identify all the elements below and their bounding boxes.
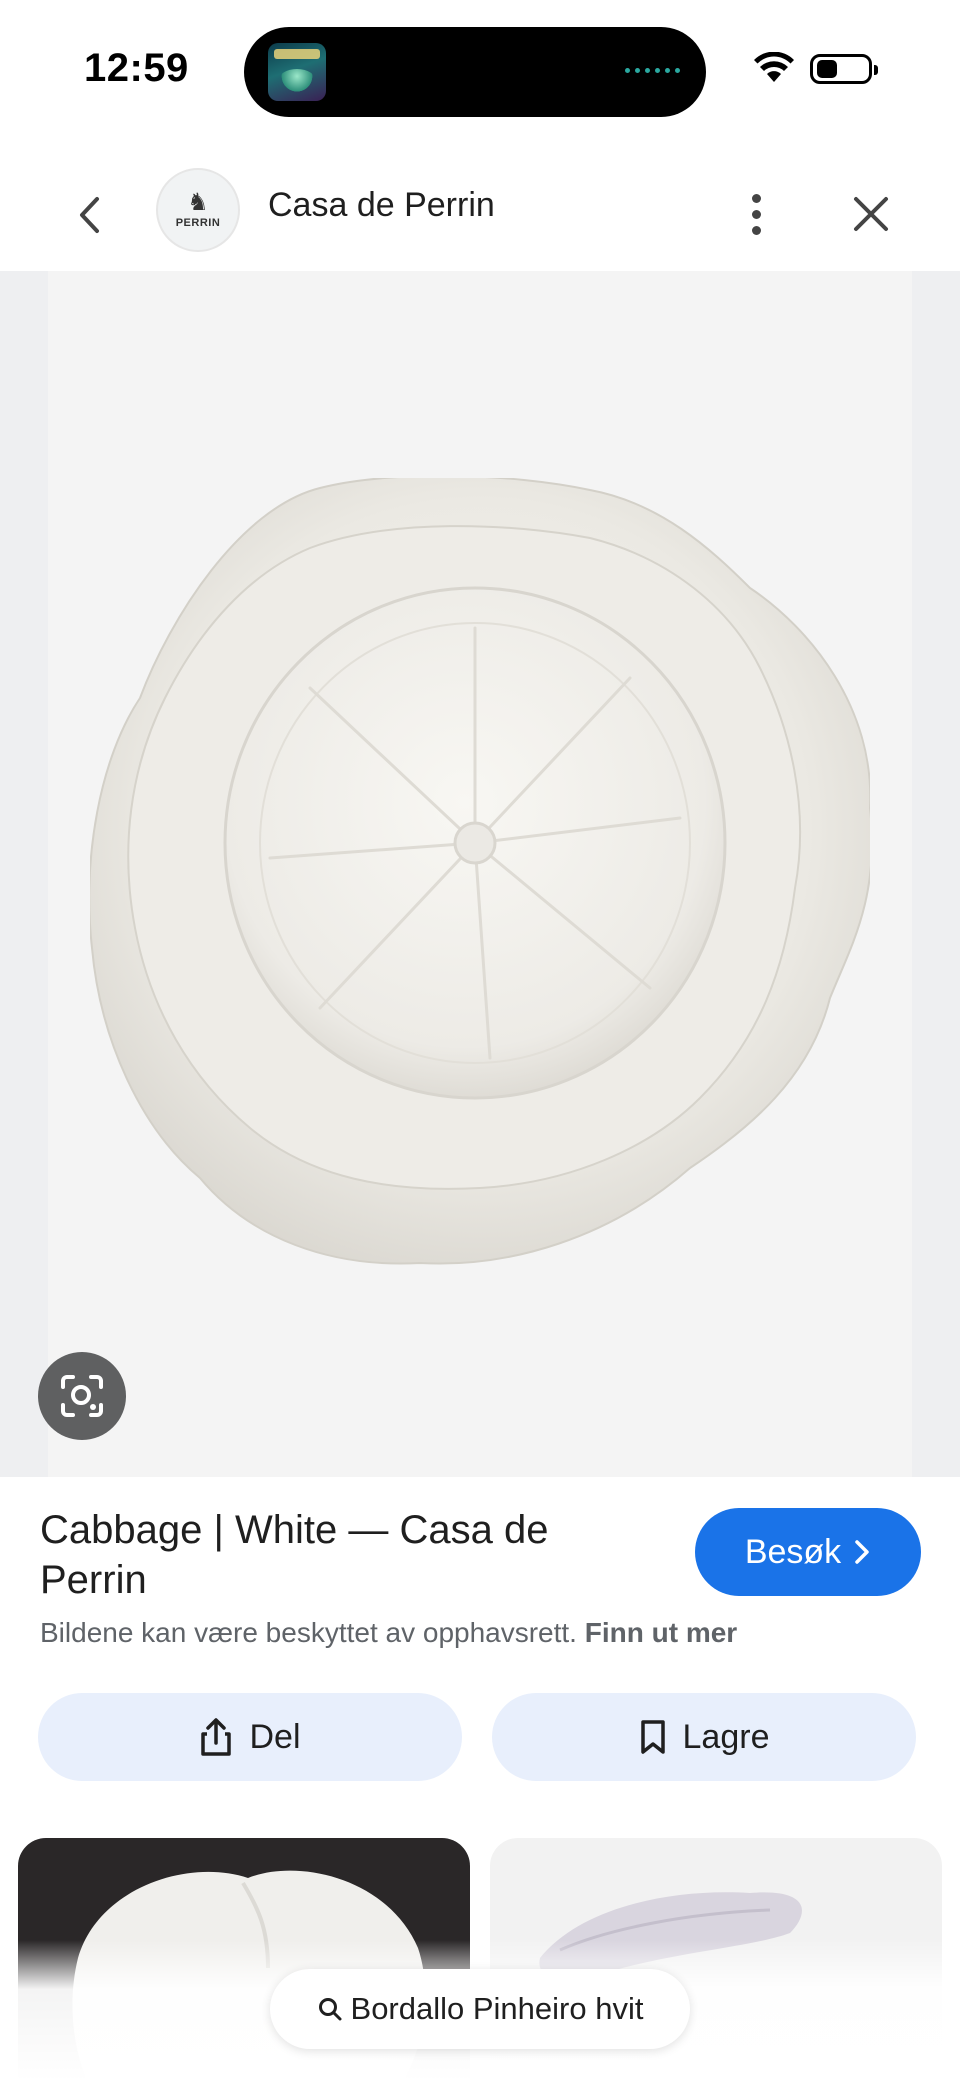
status-time: 12:59 [84, 46, 189, 90]
search-icon [318, 1998, 342, 2021]
chevron-right-icon [855, 1540, 869, 1564]
result-title[interactable]: Cabbage | White — Casa de Perrin [40, 1505, 640, 1605]
copyright-notice: Bildene kan være beskyttet av opphavsret… [40, 1617, 737, 1649]
visit-label: Besøk [744, 1532, 842, 1571]
site-logo[interactable]: ♞ PERRIN [156, 168, 240, 252]
save-button[interactable]: Lagre [492, 1693, 916, 1781]
audio-waveform-icon [625, 68, 680, 73]
wifi-icon [754, 52, 794, 82]
more-vert-icon [751, 193, 761, 203]
logo-text: PERRIN [175, 217, 221, 229]
copyright-text: Bildene kan være beskyttet av opphavsret… [40, 1617, 577, 1648]
search-query-chip[interactable]: Bordallo Pinheiro hvit [270, 1969, 690, 2049]
back-button[interactable] [64, 190, 114, 240]
visit-button[interactable]: Besøk [695, 1508, 921, 1596]
share-label: Del [249, 1717, 301, 1756]
share-icon [201, 1718, 232, 1756]
lens-search-button[interactable] [38, 1352, 126, 1440]
search-query-text: Bordallo Pinheiro hvit [350, 1991, 644, 2026]
learn-more-link[interactable]: Finn ut mer [585, 1617, 737, 1648]
share-button[interactable]: Del [38, 1693, 462, 1781]
close-icon [854, 197, 888, 231]
status-bar: 12:59 [0, 0, 960, 140]
chevron-left-icon [80, 197, 99, 233]
more-options-button[interactable] [736, 184, 776, 244]
dynamic-island[interactable] [244, 27, 706, 117]
save-label: Lagre [682, 1717, 770, 1756]
lens-icon [61, 1375, 103, 1417]
site-name[interactable]: Casa de Perrin [268, 186, 495, 225]
close-button[interactable] [846, 184, 896, 244]
battery-icon [810, 54, 878, 84]
bookmark-icon [640, 1720, 665, 1754]
now-playing-artwork [268, 43, 326, 101]
top-app-bar: ♞ PERRIN Casa de Perrin [0, 160, 960, 270]
lion-crest-icon: ♞ [187, 189, 209, 216]
cabbage-plates-image [90, 478, 870, 1265]
